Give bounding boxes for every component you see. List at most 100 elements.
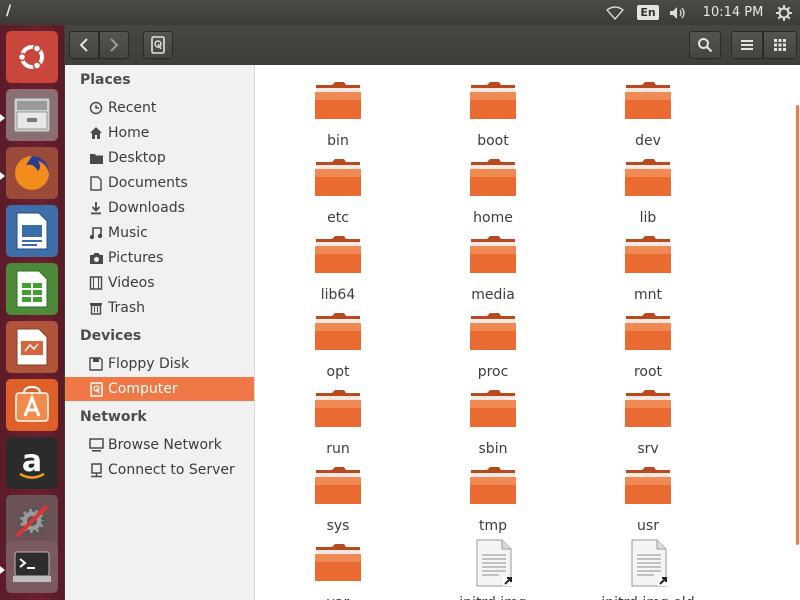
folder-icon (314, 231, 362, 279)
folder-icon (469, 154, 517, 202)
volume-icon[interactable] (666, 0, 690, 25)
files-app-icon[interactable] (6, 89, 58, 141)
file-item-sbin[interactable]: sbin (428, 385, 558, 457)
folder-icon (624, 385, 672, 433)
list-view-button[interactable] (731, 31, 763, 59)
sidebar-item-videos[interactable]: Videos (65, 271, 254, 295)
toolbar (65, 25, 800, 65)
sidebar: Places Recent Home Desktop Documents Downloa… (65, 65, 255, 600)
system-gear-icon[interactable] (772, 0, 796, 25)
file-item-root[interactable]: root (583, 308, 713, 380)
camera-icon (88, 250, 104, 266)
network-icon (88, 437, 104, 453)
file-item-bin[interactable]: bin (273, 77, 403, 149)
sidebar-item-pictures[interactable]: Pictures (65, 246, 254, 270)
folder-icon (624, 77, 672, 125)
amazon-icon[interactable]: a (6, 437, 58, 489)
download-icon (88, 200, 104, 216)
file-view: bin boot dev etc home lib lib64 media mnt opt proc… (255, 65, 800, 600)
system-settings-icon[interactable] (6, 495, 58, 547)
folder-icon (314, 154, 362, 202)
terminal-icon[interactable] (6, 541, 58, 593)
file-name: initrd.img (428, 595, 558, 600)
grid-view-button[interactable] (763, 31, 797, 59)
drive-icon (88, 381, 104, 397)
file-item-var[interactable]: var (273, 539, 403, 600)
file-item-usr[interactable]: usr (583, 462, 713, 534)
file-name: usr (637, 518, 659, 534)
sidebar-item-desktop[interactable]: Desktop (65, 146, 254, 170)
path-bar-computer-button[interactable] (143, 31, 173, 59)
file-name: initrd.img.old (583, 595, 713, 600)
running-indicator (0, 172, 5, 180)
file-item-initrd-img[interactable]: initrd.img (428, 539, 558, 600)
file-item-media[interactable]: media (428, 231, 558, 303)
file-item-sys[interactable]: sys (273, 462, 403, 534)
folder-icon (469, 462, 517, 510)
file-item-dev[interactable]: dev (583, 77, 713, 149)
sidebar-item-label: Home (108, 125, 150, 141)
sidebar-item-browse-network[interactable]: Browse Network (65, 433, 254, 457)
keyboard-language-indicator[interactable]: En (637, 0, 659, 25)
sidebar-item-connect-to-server[interactable]: Connect to Server (65, 458, 254, 482)
sidebar-item-label: Downloads (108, 200, 185, 216)
running-indicator (0, 566, 5, 574)
file-name: run (326, 441, 350, 457)
file-item-run[interactable]: run (273, 385, 403, 457)
sidebar-item-music[interactable]: Music (65, 221, 254, 245)
svg-text:a: a (22, 444, 42, 479)
file-item-initrd-img-old[interactable]: initrd.img.old (583, 539, 713, 600)
wifi-icon[interactable] (603, 0, 627, 25)
sidebar-item-home[interactable]: Home (65, 121, 254, 145)
folder-icon (314, 462, 362, 510)
sidebar-item-trash[interactable]: Trash (65, 296, 254, 320)
sidebar-item-computer[interactable]: Computer (65, 377, 254, 401)
scrollbar[interactable] (796, 105, 799, 545)
back-button[interactable] (69, 31, 99, 59)
menu-icon (741, 40, 753, 50)
sidebar-item-floppy-disk[interactable]: Floppy Disk (65, 352, 254, 376)
folder-icon (469, 308, 517, 356)
search-icon (698, 38, 713, 53)
file-item-lib[interactable]: lib (583, 154, 713, 226)
forward-button[interactable] (99, 31, 129, 59)
sidebar-item-label: Computer (108, 381, 178, 397)
folder-icon (624, 231, 672, 279)
libreoffice-calc-icon[interactable] (6, 263, 58, 315)
file-item-etc[interactable]: etc (273, 154, 403, 226)
file-item-srv[interactable]: srv (583, 385, 713, 457)
sidebar-item-recent[interactable]: Recent (65, 96, 254, 120)
file-link-icon (469, 539, 517, 587)
sidebar-item-downloads[interactable]: Downloads (65, 196, 254, 220)
file-item-lib64[interactable]: lib64 (273, 231, 403, 303)
file-item-proc[interactable]: proc (428, 308, 558, 380)
file-item-boot[interactable]: boot (428, 77, 558, 149)
launcher: a (0, 25, 64, 600)
firefox-icon[interactable] (6, 147, 58, 199)
file-name: mnt (634, 287, 662, 303)
sidebar-item-label: Music (108, 225, 148, 241)
file-name: root (633, 364, 663, 380)
libreoffice-impress-icon[interactable] (6, 321, 58, 373)
file-item-opt[interactable]: opt (273, 308, 403, 380)
file-link-icon (624, 539, 672, 587)
top-panel: / En 10:14 PM (0, 0, 800, 25)
file-name: var (273, 595, 403, 600)
ubuntu-dash-icon[interactable] (6, 31, 58, 83)
file-item-home[interactable]: home (428, 154, 558, 226)
folder-icon (314, 308, 362, 356)
folder-icon (469, 231, 517, 279)
music-icon (88, 225, 104, 241)
devices-heading: Devices (80, 328, 142, 344)
sidebar-item-documents[interactable]: Documents (65, 171, 254, 195)
file-item-mnt[interactable]: mnt (583, 231, 713, 303)
search-button[interactable] (689, 31, 721, 59)
software-center-icon[interactable] (6, 379, 58, 431)
folder-icon (624, 154, 672, 202)
clock[interactable]: 10:14 PM (700, 0, 766, 25)
folder-icon (88, 150, 104, 166)
libreoffice-writer-icon[interactable] (6, 205, 58, 257)
floppy-icon (88, 356, 104, 372)
folder-icon (314, 385, 362, 433)
file-item-tmp[interactable]: tmp (428, 462, 558, 534)
